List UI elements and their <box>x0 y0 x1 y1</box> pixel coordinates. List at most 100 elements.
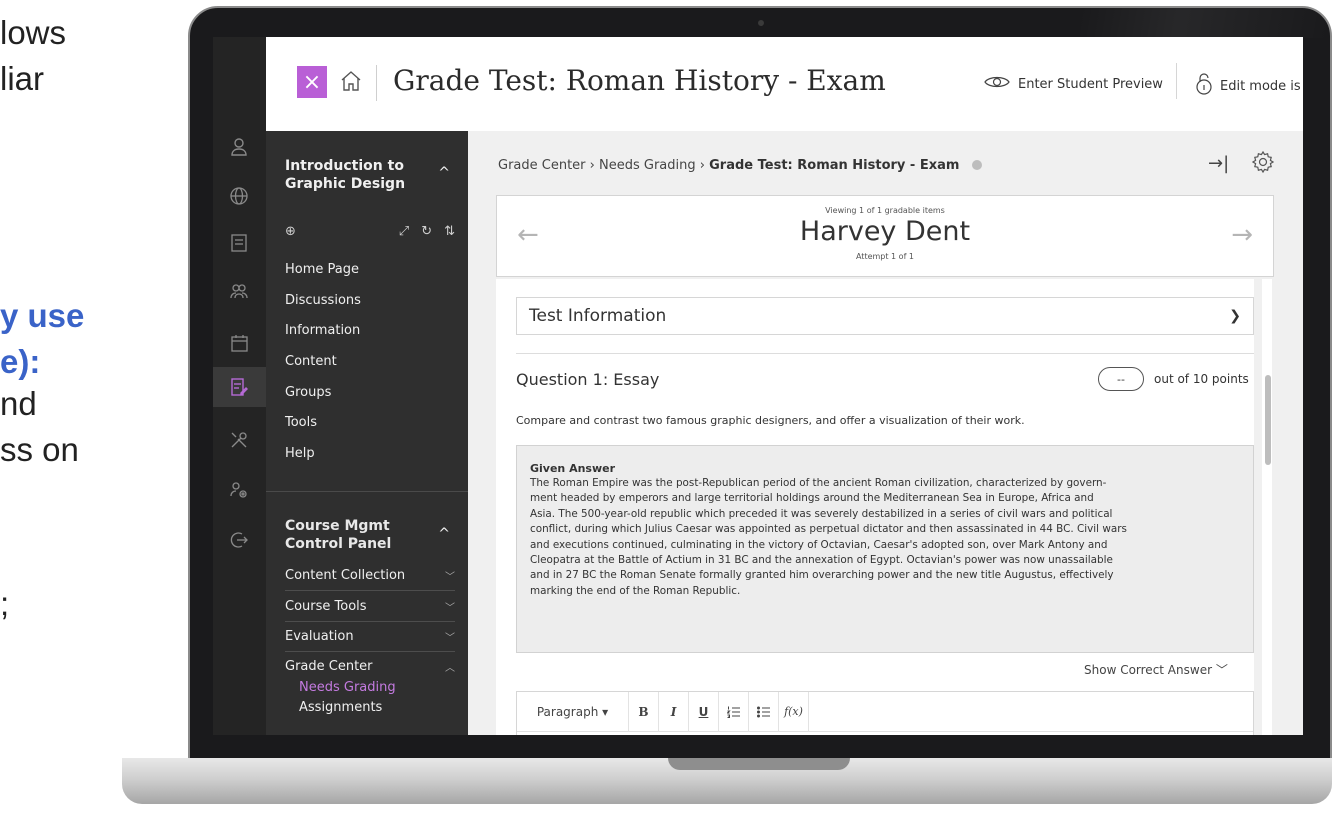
slide-text-line: nd <box>0 385 37 422</box>
scrollbar-thumb[interactable] <box>1265 375 1271 465</box>
sign-out-icon[interactable] <box>227 528 251 552</box>
tools-icon[interactable] <box>227 428 251 452</box>
menu-item-discussions[interactable]: Discussions <box>285 293 361 308</box>
breadcrumb-current: Grade Test: Roman History - Exam <box>709 158 960 173</box>
laptop-screen: × Grade Test: Roman History - Exam Enter… <box>213 37 1303 735</box>
numbered-list-icon[interactable] <box>719 691 749 732</box>
chevron-up-icon: ︿ <box>445 663 455 674</box>
breadcrumb-separator: › <box>699 158 710 173</box>
chevron-up-icon[interactable]: ^ <box>438 165 450 181</box>
edit-mode-label: Edit mode is <box>1220 78 1301 94</box>
main-content: Grade Center › Needs Grading › Grade Tes… <box>468 131 1303 735</box>
paragraph-label: Paragraph <box>536 704 599 719</box>
edit-mode-toggle[interactable]: Edit mode is off <box>1196 73 1303 99</box>
bold-button[interactable]: B <box>629 691 659 732</box>
test-information-accordion[interactable]: Test Information ❯ <box>516 297 1254 335</box>
show-correct-answer-label: Show Correct Answer <box>1084 663 1213 677</box>
menu-divider <box>266 491 468 492</box>
grades-icon[interactable] <box>213 367 266 407</box>
lock-icon <box>1196 73 1212 99</box>
question-text: Compare and contrast two famous graphic … <box>516 414 1025 427</box>
course-menu: Introduction to Graphic Design ^ ⊕ ⤢ ↻ ⇅… <box>266 131 468 735</box>
home-icon[interactable] <box>339 69 363 93</box>
grade-center-needs-grading[interactable]: Needs Grading <box>299 680 396 695</box>
header-divider <box>1176 63 1177 99</box>
page-title: Grade Test: Roman History - Exam <box>393 64 886 97</box>
chevron-down-icon: ﹀ <box>445 572 455 583</box>
gear-icon[interactable] <box>1251 150 1275 174</box>
given-answer-label: Given Answer <box>530 462 616 475</box>
menu-item-information[interactable]: Information <box>285 323 360 338</box>
chevron-down-icon: ﹀ <box>445 603 455 614</box>
control-panel-content-collection[interactable]: Content Collection ﹀ <box>285 568 455 583</box>
slide-text-line: liar <box>0 60 45 97</box>
globe-icon[interactable] <box>227 184 251 208</box>
menu-item-content[interactable]: Content <box>285 354 337 369</box>
courses-icon[interactable] <box>227 231 251 255</box>
breadcrumb-needs-grading[interactable]: Needs Grading <box>599 158 696 173</box>
menu-divider <box>285 590 455 591</box>
bulleted-list-icon[interactable] <box>749 691 779 732</box>
divider <box>516 353 1254 354</box>
control-panel-evaluation[interactable]: Evaluation ﹀ <box>285 629 455 644</box>
control-panel-title-line: Control Panel <box>285 536 392 552</box>
collapse-panel-icon[interactable]: →| <box>1208 153 1229 174</box>
control-panel-grade-center[interactable]: Grade Center ︿ <box>285 659 455 674</box>
underline-button[interactable]: U <box>689 691 719 732</box>
menu-item-help[interactable]: Help <box>285 446 315 461</box>
answer-line: conflict, during which Julius Caesar was… <box>530 523 1127 536</box>
menu-item-groups[interactable]: Groups <box>285 385 331 400</box>
laptop-notch <box>668 758 850 770</box>
header-divider <box>376 65 377 101</box>
admin-icon[interactable] <box>227 478 251 502</box>
scrollbar-track[interactable] <box>1262 279 1272 735</box>
show-correct-answer-toggle[interactable]: Show Correct Answer ﹀ <box>1084 661 1228 678</box>
close-button[interactable]: × <box>297 66 327 98</box>
section-label: Grade Center <box>285 659 373 674</box>
menu-item-tools[interactable]: Tools <box>285 415 317 430</box>
control-panel-course-tools[interactable]: Course Tools ﹀ <box>285 599 455 614</box>
chevron-down-icon: ﹀ <box>1215 663 1228 677</box>
feedback-editor[interactable]: Paragraph ▾ B I U f(x) <box>516 691 1254 735</box>
section-label: Content Collection <box>285 568 406 583</box>
course-title[interactable]: Introduction to Graphic Design <box>285 157 405 193</box>
profile-icon[interactable] <box>227 135 251 159</box>
chevron-up-icon[interactable]: ^ <box>438 526 450 542</box>
menu-item-home-page[interactable]: Home Page <box>285 262 359 277</box>
grading-panel: Test Information ❯ Question 1: Essay -- … <box>496 279 1254 735</box>
student-preview-button[interactable]: Enter Student Preview <box>984 75 1163 93</box>
add-menu-item-icon[interactable]: ⊕ <box>285 224 296 239</box>
score-field: -- out of 10 points <box>1098 367 1249 391</box>
expand-icon[interactable]: ⤢ <box>399 224 409 239</box>
screen-glare <box>1080 8 1330 38</box>
global-nav-rail <box>213 37 266 735</box>
refresh-icon[interactable]: ↻ <box>421 224 432 239</box>
camera-icon <box>758 20 764 26</box>
menu-divider <box>285 621 455 622</box>
control-panel-title-line: Course Mgmt <box>285 518 390 534</box>
score-input[interactable]: -- <box>1098 367 1144 391</box>
formula-button[interactable]: f(x) <box>779 691 809 732</box>
test-information-label: Test Information <box>529 306 667 326</box>
paragraph-style-select[interactable]: Paragraph ▾ <box>517 691 629 732</box>
reorder-icon[interactable]: ⇅ <box>444 224 455 239</box>
control-panel-title[interactable]: Course Mgmt Control Panel <box>285 517 391 553</box>
breadcrumb: Grade Center › Needs Grading › Grade Tes… <box>498 158 982 173</box>
grade-center-assignments[interactable]: Assignments <box>299 700 382 715</box>
breadcrumb-grade-center[interactable]: Grade Center <box>498 158 586 173</box>
organizations-icon[interactable] <box>227 279 251 303</box>
attempt-count: Attempt 1 of 1 <box>855 252 915 261</box>
answer-line: marking the end of the Roman Republic. <box>530 584 741 597</box>
info-icon[interactable] <box>971 160 982 170</box>
question-title: Question 1: Essay <box>516 370 660 389</box>
chevron-down-icon: ❯ <box>1229 308 1241 324</box>
breadcrumb-separator: › <box>589 158 600 173</box>
answer-line: and in 27 BC the Roman Senate formally g… <box>530 569 1114 582</box>
italic-button[interactable]: I <box>659 691 689 732</box>
eye-icon <box>984 75 1010 93</box>
score-suffix: out of 10 points <box>1154 372 1249 386</box>
calendar-icon[interactable] <box>227 331 251 355</box>
chevron-down-icon: ﹀ <box>445 633 455 644</box>
next-student-arrow-icon[interactable]: → <box>1231 220 1253 250</box>
slide-text-line: ss on <box>0 431 79 468</box>
